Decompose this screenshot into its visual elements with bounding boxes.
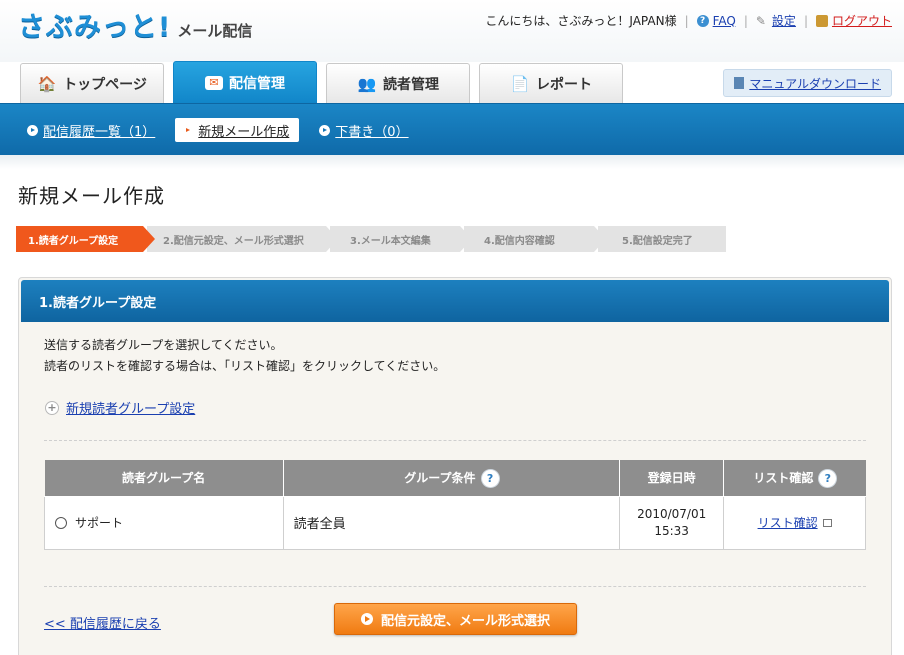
- tab-report[interactable]: 📄 レポート: [479, 63, 623, 103]
- help-icon[interactable]: ?: [481, 469, 499, 487]
- step-2: 2.配信元設定、メール形式選択: [147, 226, 338, 252]
- tab-delivery-management[interactable]: ✉ 配信管理: [173, 61, 317, 103]
- tab-top-page[interactable]: 🏠 トップページ: [20, 63, 164, 103]
- divider: [44, 586, 866, 587]
- help-icon[interactable]: ?: [819, 469, 837, 487]
- logo-sub: メール配信: [177, 22, 253, 40]
- registered-date-cell: 2010/07/01 15:33: [619, 495, 725, 550]
- report-icon: 📄: [510, 74, 530, 93]
- faq-icon: ?: [696, 14, 709, 27]
- header-registered-date: 登録日時: [619, 460, 725, 497]
- manual-download-button[interactable]: マニュアルダウンロード: [723, 69, 892, 97]
- sub-nav: 配信履歴一覧（1） 新規メール作成 下書き（0）: [0, 103, 904, 155]
- tab-label: トップページ: [63, 76, 147, 93]
- back-to-history-link[interactable]: << 配信履歴に戻る: [44, 613, 161, 632]
- separator: |: [803, 13, 808, 28]
- registered-date: 2010/07/01: [637, 506, 707, 521]
- logo-main: さぶみっと!: [18, 12, 172, 43]
- subnav-label: 新規メール作成: [198, 124, 290, 140]
- next-step-button[interactable]: 配信元設定、メール形式選択: [334, 603, 577, 635]
- play-icon: [360, 613, 373, 625]
- mail-icon: ✉: [205, 75, 223, 90]
- new-window-icon: [822, 518, 832, 527]
- instruction-line-1: 送信する読者グループを選択してください。: [44, 338, 283, 352]
- group-name-cell: サポート: [44, 495, 284, 550]
- panel-title: 1.読者グループ設定: [21, 280, 889, 322]
- divider: [44, 440, 866, 441]
- play-icon: [27, 124, 38, 136]
- subnav-new-mail[interactable]: 新規メール作成: [175, 118, 300, 142]
- logout-link[interactable]: ログアウト: [832, 12, 892, 29]
- subnav-label: 下書き（0）: [335, 124, 409, 140]
- separator: |: [743, 13, 748, 28]
- page-title: 新規メール作成: [18, 184, 165, 208]
- instructions: 送信する読者グループを選択してください。 読者のリストを確認する場合は、「リスト…: [44, 335, 445, 377]
- tab-label: レポート: [536, 76, 592, 93]
- tab-label: 配信管理: [229, 75, 285, 92]
- subnav-delivery-history[interactable]: 配信履歴一覧（1）: [25, 118, 157, 142]
- lock-icon: [815, 14, 828, 27]
- registered-time: 15:33: [654, 523, 689, 538]
- step-4: 4.配信内容確認: [464, 226, 606, 252]
- step-indicator: 1.読者グループ設定 2.配信元設定、メール形式選択 3.メール本文編集 4.配…: [16, 226, 730, 252]
- group-table: 読者グループ名 グループ条件? 登録日時 リスト確認? サポート 読者全員 20…: [44, 460, 866, 550]
- subnav-drafts[interactable]: 下書き（0）: [317, 118, 410, 142]
- settings-link[interactable]: 設定: [772, 12, 796, 29]
- manual-download-link[interactable]: マニュアルダウンロード: [749, 75, 881, 92]
- next-step-label: 配信元設定、メール形式選択: [380, 613, 550, 629]
- logo[interactable]: さぶみっと! メール配信: [18, 12, 252, 44]
- header: さぶみっと! メール配信 こんにちは、さぶみっと！JAPAN様 | ? FAQ …: [0, 0, 904, 62]
- faq-link[interactable]: FAQ: [713, 14, 736, 28]
- group-condition-cell: 読者全員: [282, 495, 621, 550]
- new-group-row: + 新規読者グループ設定: [45, 398, 195, 417]
- arrow-icon: [185, 125, 193, 136]
- subnav-shadow: [0, 155, 904, 169]
- separator: |: [684, 13, 689, 28]
- readers-icon: 👥: [357, 74, 377, 93]
- instruction-line-2: 読者のリストを確認する場合は、「リスト確認」をクリックしてください。: [44, 359, 446, 373]
- top-nav: こんにちは、さぶみっと！JAPAN様 | ? FAQ | ✎ 設定 | ログアウ…: [485, 12, 892, 29]
- wrench-icon: ✎: [755, 13, 766, 28]
- header-group-condition: グループ条件?: [282, 460, 621, 497]
- list-check-link[interactable]: リスト確認: [758, 514, 818, 531]
- tab-label: 読者管理: [383, 76, 439, 93]
- group-name: サポート: [75, 516, 124, 530]
- home-icon: 🏠: [37, 74, 57, 93]
- step-3: 3.メール本文編集: [330, 226, 472, 252]
- header-list-check: リスト確認?: [723, 460, 866, 497]
- subnav-label: 配信履歴一覧（1）: [43, 124, 156, 140]
- new-group-link[interactable]: 新規読者グループ設定: [66, 398, 195, 417]
- table-row: サポート 読者全員 2010/07/01 15:33 リスト確認: [44, 495, 866, 550]
- header-group-name: 読者グループ名: [44, 460, 284, 497]
- reader-group-panel: 1.読者グループ設定 送信する読者グループを選択してください。 読者のリストを確…: [18, 277, 892, 655]
- list-check-cell: リスト確認: [723, 495, 866, 550]
- step-5: 5.配信設定完了: [598, 226, 726, 252]
- group-radio[interactable]: [55, 517, 67, 529]
- plus-icon: +: [45, 400, 59, 415]
- main-tabs: 🏠 トップページ ✉ 配信管理 👥 読者管理 📄 レポート: [20, 61, 632, 103]
- play-icon: [319, 124, 331, 136]
- tab-reader-management[interactable]: 👥 読者管理: [326, 63, 470, 103]
- greeting: こんにちは、さぶみっと！JAPAN様: [485, 14, 677, 28]
- step-1: 1.読者グループ設定: [16, 226, 155, 252]
- book-icon: [734, 77, 745, 89]
